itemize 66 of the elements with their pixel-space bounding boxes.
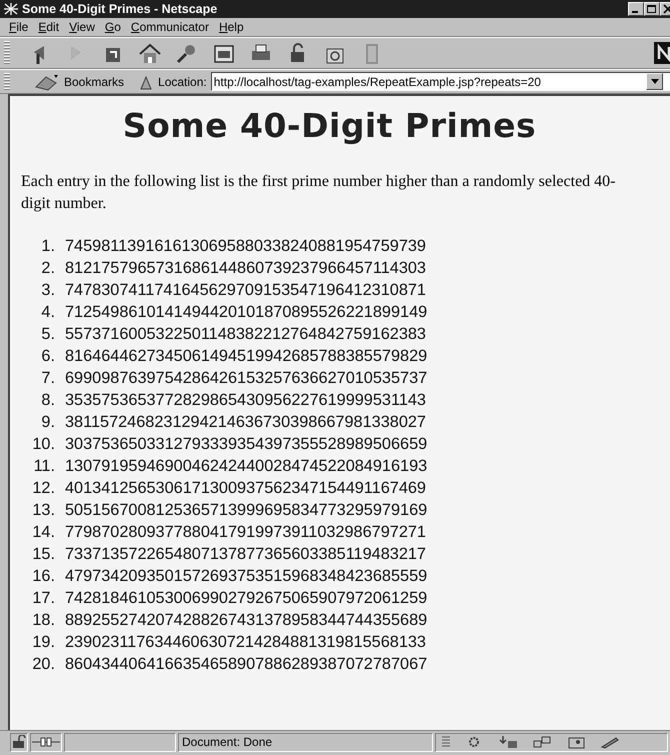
list-number: 12. (31, 478, 55, 499)
list-number: 20. (31, 654, 55, 675)
menu-item[interactable]: Communicator (126, 20, 214, 34)
prime-number: 6990987639754286426153257636627010535737 (65, 368, 428, 389)
prime-number: 7459811391616130695880338240881954759739 (65, 236, 427, 257)
prime-number: 2390231176344606307214284881319815568133 (65, 632, 427, 653)
status-text: Document: Done (178, 732, 433, 752)
intro-paragraph: Each entry in the following list is the first prime number higher than a randomly selected 40-digit number. (21, 172, 617, 214)
logo-icon (654, 42, 670, 64)
prime-number: 8164644627345061494519942685788385579829 (65, 346, 428, 367)
list-number: 18. (31, 610, 55, 631)
bookmarks-button[interactable]: Bookmarks (64, 74, 124, 88)
list-number: 1. (40, 236, 55, 257)
url-field[interactable]: http://localhost/tag-examples/RepeatExample.jsp?repeats=20 (210, 72, 670, 91)
app-icon (3, 2, 19, 16)
list-number: 15. (31, 544, 55, 565)
prime-number: 5573716005322501148382212764842759162383 (65, 324, 427, 345)
menu-item[interactable]: Go (100, 20, 126, 34)
list-number: 19. (31, 632, 55, 653)
prime-number: 7428184610530069902792675065907972061259 (65, 588, 428, 609)
prime-number: 5051567008125365713999695834773295979169 (65, 500, 428, 521)
prime-number: 7478307411741645629709153547196412310871 (65, 280, 427, 301)
list-number: 13. (31, 500, 55, 521)
prime-number: 3037536503312793339354397355528989506659 (65, 434, 428, 455)
list-number: 16. (31, 566, 55, 587)
list-number: 10. (31, 434, 55, 455)
menu-item[interactable]: Edit (33, 20, 64, 34)
caret-icon (650, 79, 658, 84)
maximize-button[interactable] (644, 2, 660, 16)
prime-number: 4013412565306171300937562347154491167469 (65, 478, 427, 499)
download-icon[interactable] (498, 735, 518, 749)
address-book-icon[interactable] (566, 735, 586, 749)
list-number: 5. (40, 324, 55, 345)
minimize-button[interactable] (628, 2, 644, 16)
prime-number: 3811572468231294214636730398667981338027 (65, 412, 427, 433)
prime-number: 8604344064166354658907886289387072787067 (65, 654, 428, 675)
prime-number: 3535753653772829865430956227619999531143 (65, 390, 427, 411)
list-number: 9. (40, 412, 55, 433)
location-label: Location: (158, 74, 207, 88)
window-title: Some 40-Digit Primes - Netscape (22, 2, 218, 16)
grip-icon (442, 736, 450, 748)
list-number: 4. (40, 302, 55, 323)
list-number: 2. (40, 258, 55, 279)
menu-item[interactable]: View (64, 20, 100, 34)
list-number: 17. (31, 588, 55, 609)
prime-number: 7337135722654807137877365603385119483217 (65, 544, 427, 565)
menu-item[interactable]: File (4, 20, 34, 34)
pen-icon[interactable] (600, 735, 620, 749)
list-number: 11. (32, 456, 55, 477)
prime-number: 8121757965731686144860739237966457114303 (65, 258, 427, 279)
list-number: 7. (40, 368, 55, 389)
dropdown-button[interactable] (646, 73, 663, 90)
prime-number: 7798702809377880417919973911032986797271 (65, 522, 427, 543)
page-heading: Some 40-Digit Primes (122, 106, 538, 145)
prime-number: 7125498610141494420101870895526221899149 (65, 302, 428, 323)
list-number: 3. (40, 280, 55, 301)
prime-number: 4797342093501572693753515968348423685559 (65, 566, 428, 587)
padlock-icon[interactable] (11, 735, 27, 749)
prime-number: 8892552742074288267431378958344744355689 (65, 610, 428, 631)
plug-icon (31, 735, 61, 749)
list-number: 8. (40, 390, 55, 411)
chat-icon[interactable] (532, 735, 552, 749)
prime-number: 1307919594690046242440028474522084916193 (65, 456, 428, 477)
menu-item[interactable]: Help (214, 20, 249, 34)
list-number: 6. (40, 346, 55, 367)
list-number: 14. (31, 522, 55, 543)
